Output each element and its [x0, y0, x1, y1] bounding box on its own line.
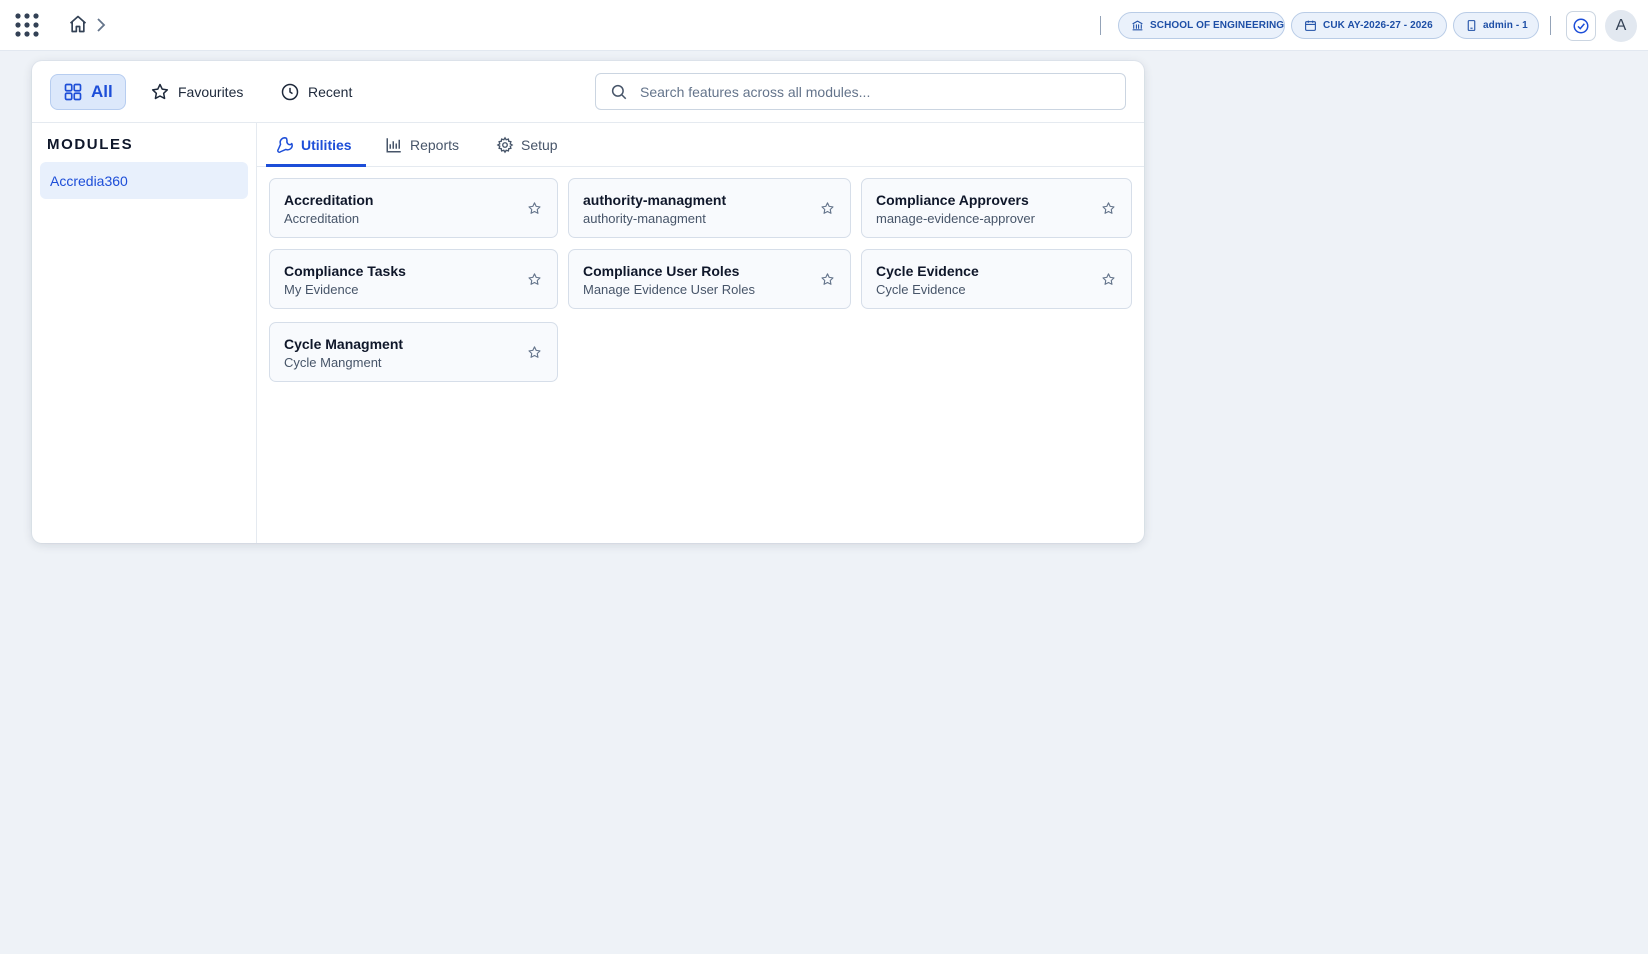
filter-all-button[interactable]: All	[50, 74, 126, 110]
tab-setup-label: Setup	[521, 137, 558, 153]
card-title: Cycle Managment	[284, 336, 404, 352]
tab-utilities-label: Utilities	[301, 136, 352, 153]
user-label: admin - 1	[1483, 20, 1528, 31]
star-icon[interactable]	[527, 345, 542, 360]
star-icon[interactable]	[1101, 201, 1116, 216]
feature-card-authority-managment[interactable]: authority-managment authority-managment	[568, 178, 851, 238]
badge-icon	[1466, 19, 1477, 32]
avatar[interactable]: A	[1605, 10, 1637, 42]
home-icon[interactable]	[68, 14, 88, 34]
star-icon[interactable]	[1101, 272, 1116, 287]
card-title: authority-managment	[583, 192, 727, 208]
feature-card-compliance-tasks[interactable]: Compliance Tasks My Evidence	[269, 249, 558, 309]
filter-favourites-label: Favourites	[178, 84, 244, 100]
card-title: Compliance User Roles	[583, 263, 740, 279]
filter-recent-button[interactable]: Recent	[266, 74, 366, 110]
star-icon	[150, 82, 170, 102]
feature-card-cycle-managment[interactable]: Cycle Managment Cycle Mangment	[269, 322, 558, 382]
sidebar-item-accredia360[interactable]: Accredia360	[40, 162, 248, 199]
apps-grid-icon[interactable]	[14, 12, 40, 38]
modules-heading: MODULES	[47, 136, 134, 153]
clock-icon	[280, 82, 300, 102]
feature-card-accreditation[interactable]: Accreditation Accreditation	[269, 178, 558, 238]
task-check-button[interactable]	[1566, 11, 1596, 41]
filter-favourites-button[interactable]: Favourites	[136, 74, 257, 110]
search-input[interactable]	[640, 83, 1111, 100]
card-subtitle: Cycle Evidence	[876, 282, 966, 297]
card-title: Compliance Tasks	[284, 263, 406, 279]
card-subtitle: Accreditation	[284, 211, 360, 226]
sidebar-item-label: Accredia360	[50, 172, 128, 189]
divider	[1550, 16, 1551, 35]
card-title: Accreditation	[284, 192, 374, 208]
chevron-right-icon	[96, 17, 106, 33]
card-subtitle: Cycle Mangment	[284, 355, 382, 370]
card-title: Compliance Approvers	[876, 192, 1029, 208]
institution-icon	[1131, 19, 1144, 32]
card-subtitle: authority-managment	[583, 211, 706, 226]
card-subtitle: My Evidence	[284, 282, 359, 297]
feature-card-cycle-evidence[interactable]: Cycle Evidence Cycle Evidence	[861, 249, 1132, 309]
card-subtitle: Manage Evidence User Roles	[583, 282, 755, 297]
star-icon[interactable]	[527, 272, 542, 287]
wrench-icon	[276, 136, 294, 154]
panel-header: All Favourites Recent	[32, 61, 1144, 123]
tab-reports[interactable]: Reports	[375, 123, 469, 167]
feature-card-compliance-user-roles[interactable]: Compliance User Roles Manage Evidence Us…	[568, 249, 851, 309]
check-circle-icon	[1572, 17, 1590, 35]
search-box	[595, 73, 1126, 110]
star-icon[interactable]	[820, 201, 835, 216]
tab-reports-label: Reports	[410, 137, 460, 153]
school-selector[interactable]: SCHOOL OF ENGINEERING	[1118, 12, 1285, 39]
search-icon	[610, 83, 628, 101]
school-label: SCHOOL OF ENGINEERING	[1150, 20, 1285, 31]
feature-card-compliance-approvers[interactable]: Compliance Approvers manage-evidence-app…	[861, 178, 1132, 238]
tab-utilities[interactable]: Utilities	[266, 123, 366, 167]
calendar-icon	[1304, 19, 1317, 32]
category-tabs: Utilities Reports Setup	[257, 123, 1144, 167]
user-selector[interactable]: admin - 1	[1453, 12, 1539, 39]
top-bar: SCHOOL OF ENGINEERING CUK AY-2026-27 - 2…	[0, 0, 1648, 51]
card-title: Cycle Evidence	[876, 263, 979, 279]
academic-year-selector[interactable]: CUK AY-2026-27 - 2026	[1291, 12, 1447, 39]
gear-icon	[496, 136, 514, 154]
star-icon[interactable]	[820, 272, 835, 287]
feature-launcher-panel: All Favourites Recent Search features ac…	[32, 61, 1144, 543]
filter-recent-label: Recent	[308, 84, 353, 100]
academic-year-label: CUK AY-2026-27 - 2026	[1323, 20, 1433, 31]
bar-chart-icon	[385, 136, 403, 154]
grid-icon	[63, 82, 83, 102]
filter-all-label: All	[91, 82, 113, 101]
card-subtitle: manage-evidence-approver	[876, 211, 1035, 226]
tab-setup[interactable]: Setup	[486, 123, 568, 167]
star-icon[interactable]	[527, 201, 542, 216]
divider	[1100, 16, 1101, 35]
